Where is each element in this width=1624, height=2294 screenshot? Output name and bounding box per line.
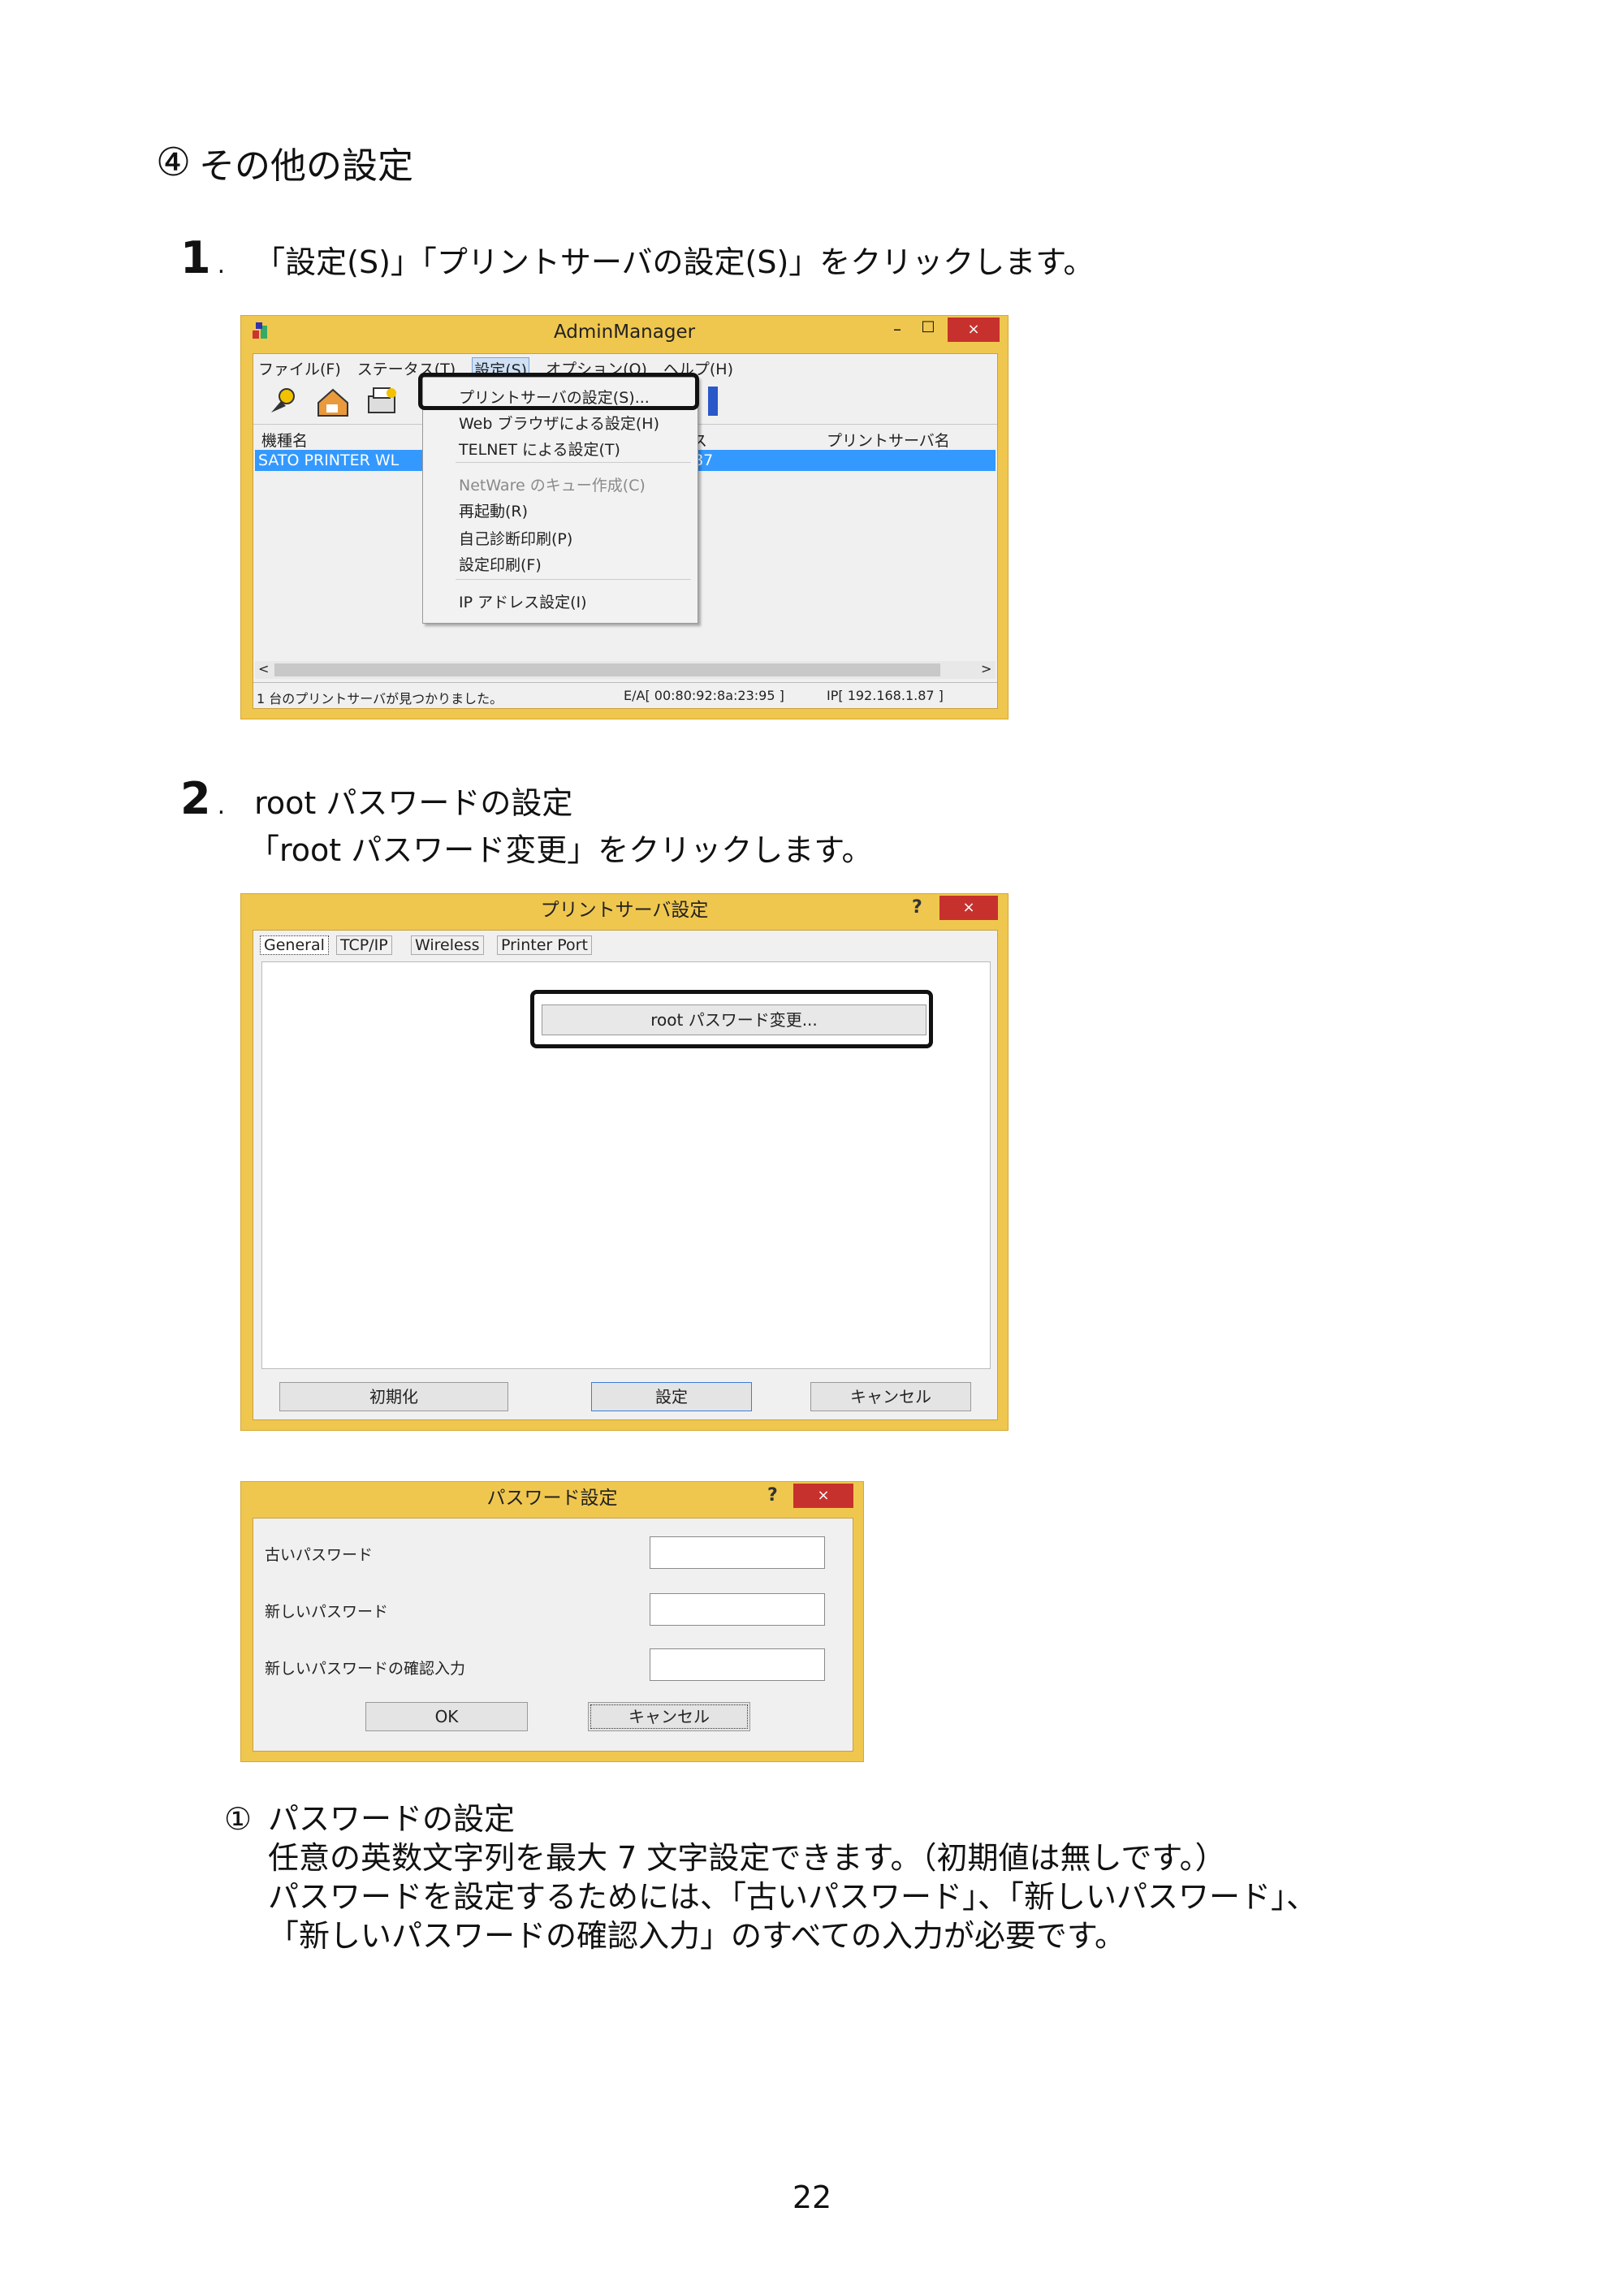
step-2-dot: . (217, 792, 226, 820)
scrollbar-thumb[interactable] (274, 663, 940, 676)
help-button[interactable]: ? (912, 897, 922, 918)
status-bar: 1 台のプリントサーバが見つかりました。 E/A[ 00:80:92:8a:23… (253, 682, 997, 709)
toolbar-edge-icon (708, 387, 718, 416)
note-marker: ① (224, 1801, 253, 1837)
set-button[interactable]: 設定 (591, 1382, 752, 1411)
tab-printer-port[interactable]: Printer Port (497, 935, 592, 955)
note-title: パスワードの設定 (268, 1801, 516, 1837)
column-server-name[interactable]: プリントサーバ名 (827, 429, 950, 451)
scroll-right-icon[interactable]: > (981, 661, 991, 676)
menu-item-restart[interactable]: 再起動(R) (459, 499, 528, 521)
minimize-button[interactable]: – (888, 319, 907, 339)
tab-general[interactable]: General (260, 935, 329, 955)
menu-item-ip-address-settings[interactable]: IP アドレス設定(I) (459, 590, 587, 612)
menu-divider (456, 579, 691, 580)
close-button[interactable]: × (793, 1484, 853, 1508)
dialog-client-area: 古いパスワード 新しいパスワード 新しいパスワードの確認入力 OK キャンセル (253, 1518, 853, 1752)
note-line-3: 「新しいパスワードの確認入力」のすべての入力が必要です。 (268, 1918, 1126, 1954)
menu-item-web-settings[interactable]: Web ブラウザによる設定(H) (459, 412, 659, 434)
search-printer-icon[interactable] (265, 385, 299, 422)
menu-item-self-test-print[interactable]: 自己診断印刷(P) (459, 527, 572, 549)
scroll-left-icon[interactable]: < (258, 661, 269, 676)
step-1: 1 . 「設定(S)」「プリントサーバの設定(S)」をクリックします。 (180, 232, 1095, 283)
step-2: 2 . root パスワードの設定 (180, 773, 572, 824)
step-1-dot: . (217, 251, 226, 279)
highlight-box (530, 990, 933, 1048)
confirm-password-label: 新しいパスワードの確認入力 (265, 1660, 466, 1678)
section-marker: ④ (156, 140, 192, 185)
step-2-number: 2 (180, 773, 211, 824)
old-password-field[interactable] (650, 1536, 825, 1569)
status-ip: IP[ 192.168.1.87 ] (827, 688, 944, 703)
settings-tool-icon[interactable] (315, 385, 352, 422)
step-1-text: 「設定(S)」「プリントサーバの設定(S)」をクリックします。 (254, 244, 1095, 280)
step-1-number: 1 (180, 232, 211, 283)
menu-item-netware-queue: NetWare のキュー作成(C) (459, 477, 646, 495)
section-title: その他の設定 (199, 145, 414, 187)
section-heading: ④ その他の設定 (156, 136, 413, 188)
menu-item-settings-print[interactable]: 設定印刷(F) (459, 553, 542, 575)
cancel-button[interactable]: キャンセル (810, 1382, 971, 1411)
highlight-box (418, 373, 699, 410)
settings-dropdown-menu: プリントサーバの設定(S)... Web ブラウザによる設定(H) TELNET… (422, 377, 698, 624)
maximize-button[interactable]: □ (918, 318, 938, 335)
note-line-2: パスワードを設定するためには、「古いパスワード」、「新しいパスワード」、 (268, 1879, 1318, 1915)
column-model[interactable]: 機種名 (261, 429, 308, 451)
step-2-line2: 「root パスワード変更」をクリックします。 (248, 832, 873, 868)
menu-divider (456, 462, 691, 463)
new-password-field[interactable] (650, 1593, 825, 1626)
step-2-line1: root パスワードの設定 (254, 785, 573, 821)
close-button[interactable]: × (939, 896, 998, 920)
page-number: 22 (792, 2180, 832, 2215)
printer-tool-icon[interactable] (364, 385, 401, 422)
horizontal-scrollbar[interactable]: < > (255, 661, 996, 679)
ok-button[interactable]: OK (365, 1702, 528, 1731)
help-button[interactable]: ? (767, 1485, 778, 1506)
print-server-settings-dialog: プリントサーバ設定 ? × General TCP/IP Wireless Pr… (240, 893, 1009, 1431)
menu-item-telnet-settings[interactable]: TELNET による設定(T) (459, 438, 620, 460)
cancel-button[interactable]: キャンセル (588, 1702, 750, 1731)
dialog-title: プリントサーバ設定 (540, 900, 709, 921)
initialize-button[interactable]: 初期化 (279, 1382, 508, 1411)
password-settings-dialog: パスワード設定 ? × 古いパスワード 新しいパスワード 新しいパスワードの確認… (240, 1481, 864, 1762)
old-password-label: 古いパスワード (265, 1546, 374, 1564)
close-button[interactable]: × (948, 318, 1000, 342)
tab-tcpip[interactable]: TCP/IP (336, 935, 392, 955)
new-password-label: 新しいパスワード (265, 1603, 389, 1621)
row-model: SATO PRINTER WL (258, 451, 400, 469)
note-line-1: 任意の英数文字列を最大 7 文字設定できます。（初期値は無しです。） (268, 1840, 1226, 1876)
confirm-password-field[interactable] (650, 1648, 825, 1681)
admin-manager-window: AdminManager – □ × ファイル(F) ステータス(T) 設定(S… (240, 315, 1009, 719)
status-ea: E/A[ 00:80:92:8a:23:95 ] (624, 688, 784, 703)
status-found: 1 台のプリントサーバが見つかりました。 (257, 691, 503, 706)
tab-wireless[interactable]: Wireless (411, 935, 484, 955)
note-title-row: ① パスワードの設定 (224, 1799, 515, 1838)
